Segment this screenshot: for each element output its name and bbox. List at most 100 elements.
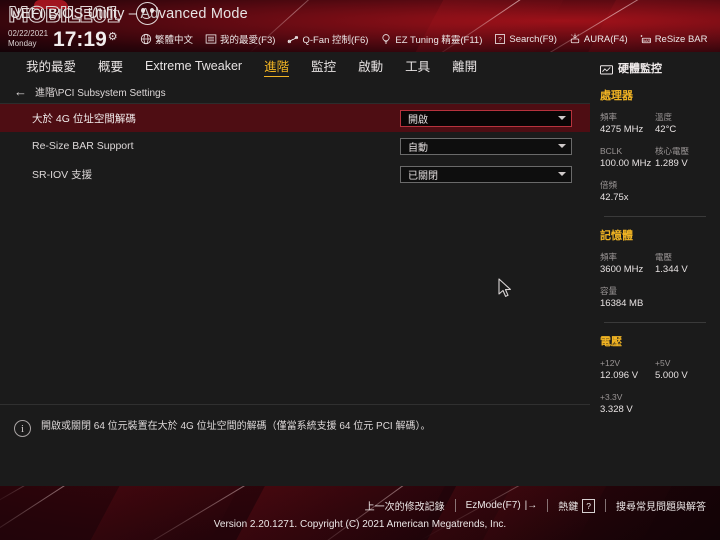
toolbar-item-aura[interactable]: AURA(F4) [569, 33, 628, 45]
toolbar-item-eztuning[interactable]: EZ Tuning 精靈(F11) [380, 32, 482, 46]
dropdown-resize-bar-support[interactable]: 自動 [400, 137, 572, 155]
readout-key: 容量 [600, 286, 618, 296]
bios-screen: UEFI BIOS Utility – Advanced Mode MOBILE… [0, 0, 720, 540]
breadcrumb-path: 進階\PCI Subsystem Settings [35, 88, 166, 99]
readout-cpu-temperature: 溫度 42°C [655, 112, 710, 136]
dropdown-value: 開啟 [408, 114, 428, 126]
tab-advanced[interactable]: 進階 [264, 56, 290, 77]
bulb-icon [380, 33, 392, 45]
tab-monitor[interactable]: 監控 [311, 56, 336, 76]
readout-value: 42.75x [600, 192, 629, 203]
chevron-down-icon [558, 116, 566, 120]
readout-value: 12.096 V [600, 370, 639, 381]
toolbar-label: AURA(F4) [583, 33, 628, 45]
readout-value: 1.344 V [655, 264, 688, 275]
tab-boot[interactable]: 啟動 [358, 56, 383, 76]
help-panel: i 開啟或關閉 64 位元裝置在大於 4G 位址空間的解碼（僅當系統支援 64 … [0, 404, 590, 486]
top-toolbar: 繁體中文 我的最愛(F3) Q-Fan 控制(F6) EZ Tuning 精靈(… [140, 30, 708, 48]
section-title-voltage: 電壓 [600, 336, 622, 348]
readout-key: 電壓 [655, 252, 673, 262]
readout-key: BCLK [600, 146, 623, 156]
toolbar-item-qfan[interactable]: Q-Fan 控制(F6) [287, 32, 368, 46]
readout-key: +12V [600, 358, 621, 368]
title-banner: UEFI BIOS Utility – Advanced Mode MOBILE… [0, 0, 720, 52]
dropdown-value: 自動 [408, 142, 428, 154]
date-text: 02/22/2021 [8, 29, 49, 38]
chevron-down-icon [558, 144, 566, 148]
voltage-readouts: +12V 12.096 V +5V 5.000 V +3.3V 3.328 V [600, 358, 710, 426]
toolbar-label: ReSize BAR [654, 33, 708, 45]
monitor-icon [600, 63, 614, 74]
info-icon: i [14, 420, 31, 437]
readout-value: 3600 MHz [600, 264, 644, 275]
hardware-monitor-header: 硬體監控 [600, 60, 710, 76]
setting-row-resize-bar-support[interactable]: Re-Size BAR Support 自動 [0, 132, 590, 160]
section-title-memory: 記憶體 [600, 230, 633, 242]
setting-row-sr-iov-support[interactable]: SR-IOV 支援 已關閉 [0, 160, 590, 188]
toolbar-item-search[interactable]: ? Search(F9) [494, 33, 557, 45]
readout-bclk: BCLK 100.00 MHz [600, 146, 655, 170]
last-modified-button[interactable]: 上一次的修改記錄 [365, 498, 445, 513]
readout-cpu-frequency: 頻率 4275 MHz [600, 112, 655, 136]
dropdown-sr-iov-support[interactable]: 已關閉 [400, 165, 572, 183]
toolbar-item-favorites[interactable]: 我的最愛(F3) [205, 32, 275, 46]
svg-text:BAR: BAR [642, 39, 650, 43]
back-arrow-icon[interactable]: ← [14, 85, 27, 98]
dropdown-above-4g-decoding[interactable]: 開啟 [400, 109, 572, 127]
readout-value: 16384 MB [600, 298, 644, 309]
readout-3p3v: +3.3V 3.328 V [600, 392, 710, 416]
ezmode-button[interactable]: EzMode(F7) |→ [466, 500, 538, 511]
readout-value: 4275 MHz [600, 124, 644, 135]
footer-bar: 上一次的修改記錄 EzMode(F7) |→ 熱鍵 ? 搜尋常見問題與解答 Ve… [0, 486, 720, 540]
toolbar-label: 繁體中文 [155, 35, 194, 46]
svg-text:?: ? [498, 37, 502, 44]
readout-value: 1.289 V [655, 158, 688, 169]
readout-memory-frequency: 頻率 3600 MHz [600, 252, 655, 276]
readout-value: 42°C [655, 124, 677, 135]
hardware-monitor-title: 硬體監控 [618, 63, 662, 75]
help-text: 開啟或關閉 64 位元裝置在大於 4G 位址空間的解碼（僅當系統支援 64 位元… [41, 421, 431, 432]
tab-extreme-tweaker[interactable]: Extreme Tweaker [145, 59, 242, 74]
cpu-readouts: 頻率 4275 MHz 溫度 42°C BCLK 100.00 MHz 核心電壓… [600, 112, 710, 214]
ezmode-label: EzMode(F7) [465, 500, 521, 511]
tab-favorites[interactable]: 我的最愛 [26, 56, 76, 76]
globe-icon [140, 33, 152, 45]
faq-button[interactable]: 搜尋常見問題與解答 [616, 498, 706, 513]
clock-area: 02/22/2021 Monday 17:19 ⚙ [8, 24, 118, 50]
section-title-cpu: 處理器 [600, 90, 633, 102]
tab-exit[interactable]: 離開 [452, 56, 477, 76]
window-title-row: UEFI BIOS Utility – Advanced Mode [10, 3, 248, 25]
divider [547, 499, 549, 512]
toolbar-item-language[interactable]: 繁體中文 [140, 32, 193, 46]
gear-icon[interactable]: ⚙ [108, 32, 118, 43]
readout-core-voltage: 核心電壓 1.289 V [655, 146, 710, 170]
readout-value: 3.328 V [600, 404, 633, 415]
version-text: Version 2.20.1271. Copyright (C) 2021 Am… [213, 519, 507, 530]
page-title: UEFI BIOS Utility – Advanced Mode [10, 6, 248, 22]
weekday-text: Monday [8, 38, 37, 48]
list-icon [205, 33, 217, 45]
setting-label: SR-IOV 支援 [32, 168, 93, 181]
ezmode-arrow-icon: |→ [524, 500, 538, 511]
hotkeys-label: 熱鍵 [558, 502, 579, 513]
setting-label: 大於 4G 位址空間解碼 [32, 112, 136, 125]
readout-value: 100.00 MHz [600, 158, 652, 169]
readout-key: 核心電壓 [655, 146, 690, 156]
time-text: 17:19 [53, 28, 107, 51]
chevron-down-icon [558, 172, 566, 176]
dropdown-value: 已關閉 [408, 170, 438, 182]
toolbar-item-resizebar[interactable]: BAR ReSize BAR [640, 33, 708, 45]
divider [604, 216, 706, 217]
toolbar-label: Search(F9) [509, 33, 557, 45]
tab-tool[interactable]: 工具 [405, 56, 430, 76]
memory-readouts: 頻率 3600 MHz 電壓 1.344 V 容量 16384 MB [600, 252, 710, 320]
toolbar-label: Q-Fan 控制(F6) [302, 35, 369, 46]
readout-memory-voltage: 電壓 1.344 V [655, 252, 710, 276]
readout-key: 溫度 [655, 112, 673, 122]
readout-ratio: 倍頻 42.75x [600, 180, 710, 204]
setting-row-above-4g-decoding[interactable]: 大於 4G 位址空間解碼 開啟 [0, 104, 590, 132]
main-nav: 我的最愛 概要 Extreme Tweaker 進階 監控 啟動 工具 離開 [0, 52, 590, 80]
tab-main[interactable]: 概要 [98, 56, 123, 76]
hotkeys-button[interactable]: 熱鍵 ? [558, 498, 595, 513]
readout-12v: +12V 12.096 V [600, 358, 655, 382]
